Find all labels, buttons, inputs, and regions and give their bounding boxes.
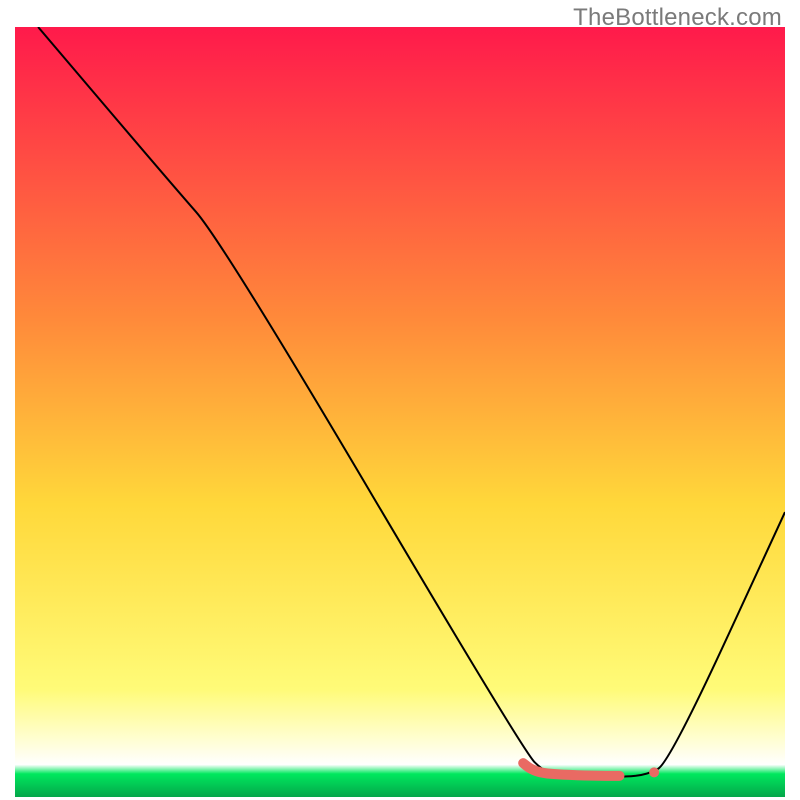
bottom-dot bbox=[649, 767, 659, 777]
chart-svg bbox=[15, 27, 785, 797]
chart-stage: TheBottleneck.com bbox=[0, 0, 800, 800]
chart-background bbox=[15, 27, 785, 797]
plot-area bbox=[15, 27, 785, 797]
